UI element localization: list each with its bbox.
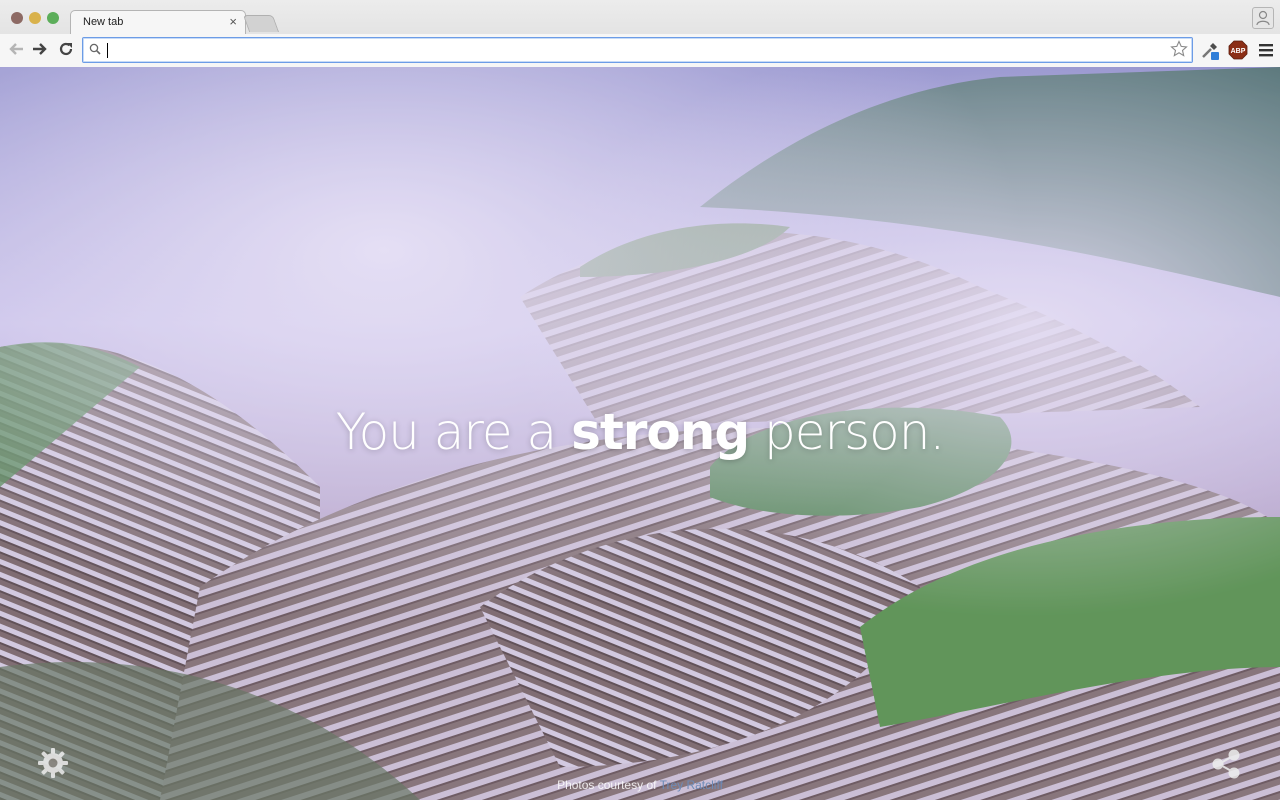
abp-label: ABP [1231, 48, 1246, 55]
window-close-button[interactable] [11, 12, 23, 24]
arrow-right-icon [33, 43, 47, 55]
toolbar: ABP [0, 34, 1280, 67]
credit-prefix: Photos courtesy of [557, 778, 660, 792]
adblock-plus-icon: ABP [1228, 40, 1248, 60]
new-tab-button[interactable] [242, 15, 280, 32]
settings-gear-icon[interactable] [37, 747, 69, 779]
tab-title: New tab [83, 16, 124, 28]
back-button[interactable] [6, 39, 26, 59]
new-tab-page: You are a strong person. Photos courtesy… [0, 67, 1280, 800]
address-bar[interactable] [82, 37, 1193, 63]
eyedropper-icon [1202, 43, 1219, 60]
profile-button[interactable] [1252, 7, 1274, 29]
eyedropper-extension-button[interactable] [1200, 40, 1220, 60]
arrow-left-icon [9, 43, 23, 55]
browser-menu-button[interactable] [1256, 40, 1276, 60]
bookmark-star-icon[interactable] [1170, 40, 1188, 58]
person-icon [1256, 10, 1270, 26]
forward-button[interactable] [30, 39, 50, 59]
reload-icon [59, 42, 73, 56]
adblock-plus-button[interactable]: ABP [1228, 40, 1248, 60]
quote-suffix: person. [749, 403, 945, 461]
tab-strip: New tab × [0, 0, 1280, 35]
browser-chrome: New tab × ABP [0, 0, 1280, 67]
credit-link[interactable]: Trey Ratcliff [660, 778, 723, 792]
search-icon [89, 43, 101, 55]
photo-credit: Photos courtesy of Trey Ratcliff [0, 778, 1280, 792]
window-minimize-button[interactable] [29, 12, 41, 24]
quote-text: You are a strong person. [0, 403, 1280, 461]
tab-new-tab[interactable]: New tab × [70, 10, 246, 35]
address-input[interactable] [105, 40, 1165, 60]
quote-emphasis: strong [571, 403, 750, 461]
menu-icon [1259, 44, 1273, 57]
reload-button[interactable] [56, 39, 76, 59]
quote-prefix: You are a [335, 403, 572, 461]
share-icon[interactable] [1210, 748, 1242, 780]
window-maximize-button[interactable] [47, 12, 59, 24]
text-caret [107, 43, 108, 58]
tab-close-icon[interactable]: × [229, 14, 237, 29]
